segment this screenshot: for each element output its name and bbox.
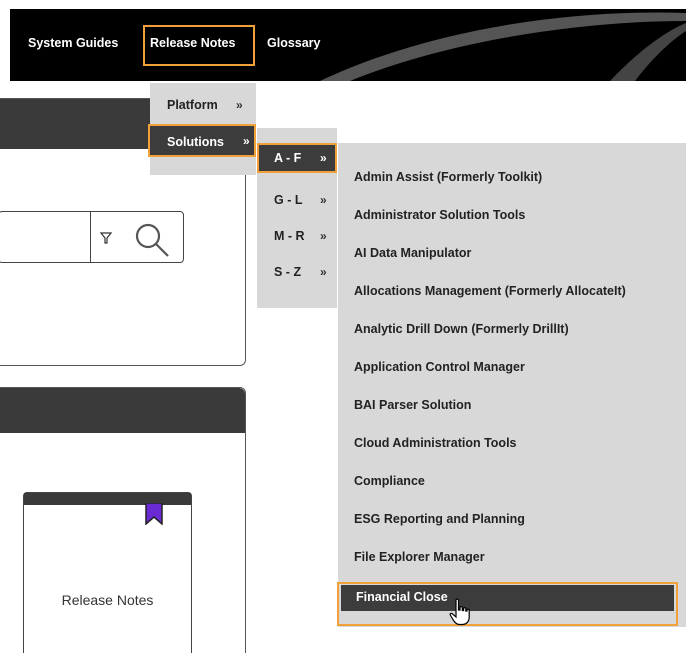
menu-item-solutions-label: Solutions <box>167 135 224 149</box>
nav-glossary[interactable]: Glossary <box>267 9 321 77</box>
menu-item-financial-close[interactable]: Financial Close <box>337 582 678 626</box>
search-icon[interactable] <box>134 222 170 258</box>
menu-item-application-control-manager[interactable]: Application Control Manager <box>354 360 525 374</box>
menu-item-solutions[interactable]: Solutions » <box>148 124 256 157</box>
menu-item-m-r-label: M - R <box>274 229 305 243</box>
menu-item-file-explorer-manager[interactable]: File Explorer Manager <box>354 550 485 564</box>
content-panel-header <box>0 388 245 433</box>
menu-item-admin-assist[interactable]: Admin Assist (Formerly Toolkit) <box>354 170 542 184</box>
menu-item-esg-reporting-and-planning[interactable]: ESG Reporting and Planning <box>354 512 525 526</box>
menu-item-allocations-management[interactable]: Allocations Management (Formerly Allocat… <box>354 284 626 298</box>
menu-item-platform[interactable]: Platform » <box>150 90 256 120</box>
menu-item-ai-data-manipulator[interactable]: AI Data Manipulator <box>354 246 471 260</box>
menu-item-administrator-solution-tools[interactable]: Administrator Solution Tools <box>354 208 525 222</box>
menu-item-m-r[interactable]: M - R » <box>257 221 337 251</box>
menu-item-s-z-label: S - Z <box>274 265 302 279</box>
release-notes-highlight <box>143 25 255 66</box>
menu-item-analytic-drill-down[interactable]: Analytic Drill Down (Formerly DrillIt) <box>354 322 569 336</box>
menu-item-financial-close-label: Financial Close <box>356 590 448 604</box>
menu-item-s-z[interactable]: S - Z » <box>257 257 337 287</box>
release-notes-card[interactable]: Release Notes <box>23 492 192 653</box>
search-input[interactable] <box>0 211 184 263</box>
chevron-right-icon: » <box>320 265 327 279</box>
top-navigation-bar: System Guides Release Notes Glossary <box>10 9 686 81</box>
chevron-right-icon: » <box>236 98 243 112</box>
filter-icon[interactable] <box>100 232 112 244</box>
chevron-right-icon: » <box>320 193 327 207</box>
menu-item-compliance[interactable]: Compliance <box>354 474 425 488</box>
chevron-right-icon: » <box>243 134 250 148</box>
chevron-right-icon: » <box>320 151 327 165</box>
menu-item-g-l-label: G - L <box>274 193 303 207</box>
chevron-right-icon: » <box>320 229 327 243</box>
search-divider <box>90 211 91 263</box>
nav-system-guides[interactable]: System Guides <box>28 9 118 77</box>
card-header <box>24 493 191 505</box>
a-f-submenu: Admin Assist (Formerly Toolkit) Administ… <box>338 143 686 627</box>
bookmark-icon <box>145 503 163 525</box>
menu-item-g-l[interactable]: G - L » <box>257 185 337 215</box>
menu-item-a-f[interactable]: A - F » <box>257 143 337 173</box>
menu-item-a-f-label: A - F <box>274 151 302 165</box>
hand-cursor-icon <box>449 598 470 626</box>
menu-item-cloud-administration-tools[interactable]: Cloud Administration Tools <box>354 436 517 450</box>
menu-item-platform-label: Platform <box>167 98 218 112</box>
card-label: Release Notes <box>61 592 154 608</box>
menu-item-bai-parser-solution[interactable]: BAI Parser Solution <box>354 398 471 412</box>
